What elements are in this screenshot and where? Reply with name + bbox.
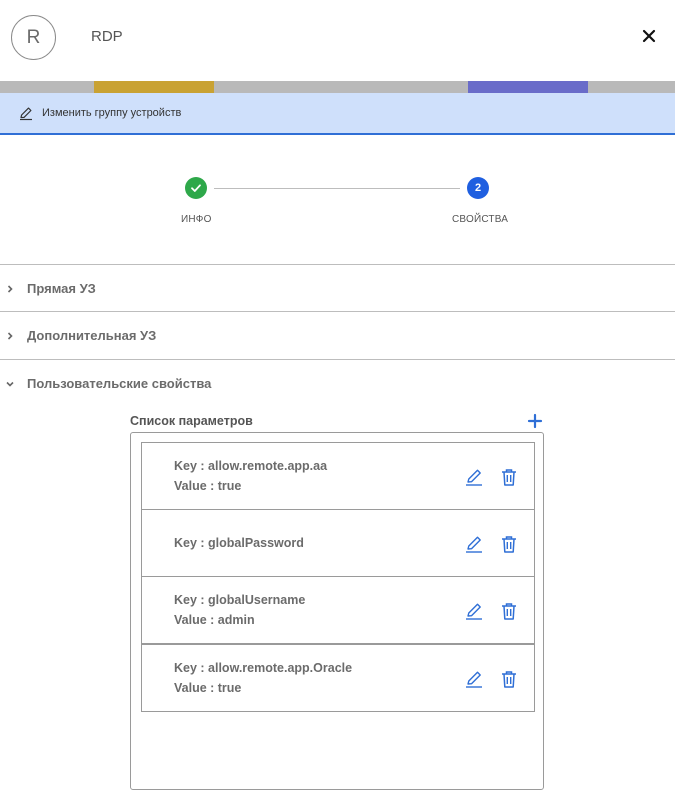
section-label: Прямая УЗ	[27, 281, 96, 296]
trash-icon[interactable]	[499, 601, 519, 621]
param-value: Value : true	[174, 681, 242, 695]
param-key: Key : allow.remote.app.Oracle	[174, 661, 353, 675]
header-banner-strip	[0, 81, 675, 93]
close-icon[interactable]	[639, 26, 659, 46]
param-item: Key : allow.remote.app.aa Value : true	[141, 442, 535, 510]
chevron-down-icon	[6, 381, 14, 387]
trash-icon[interactable]	[499, 467, 519, 487]
param-item: Key : globalUsername Value : admin	[141, 576, 535, 644]
trash-icon[interactable]	[499, 534, 519, 554]
checkmark-icon	[191, 184, 201, 192]
step-info-done[interactable]	[185, 177, 207, 199]
dialog-title: RDP	[91, 28, 123, 45]
edit-icon[interactable]	[464, 669, 484, 689]
stepper-connector	[214, 188, 460, 189]
step-properties-label: СВОЙСТВА	[452, 214, 509, 225]
section-label: Пользовательские свойства	[27, 376, 212, 391]
param-item: Key : allow.remote.app.Oracle Value : tr…	[141, 644, 535, 712]
section-custom-properties[interactable]: Пользовательские свойства	[0, 359, 675, 407]
add-parameter-icon[interactable]	[527, 413, 543, 429]
trash-icon[interactable]	[499, 669, 519, 689]
param-item: Key : globalPassword	[141, 509, 535, 577]
params-list: Key : allow.remote.app.aa Value : true K…	[130, 432, 544, 790]
param-key: Key : globalPassword	[174, 536, 304, 550]
step-info-label: ИНФО	[181, 214, 212, 225]
edit-device-group-label: Изменить группу устройств	[42, 107, 182, 119]
param-value: Value : true	[174, 479, 242, 493]
section-label: Дополнительная УЗ	[27, 328, 157, 343]
chevron-right-icon	[7, 331, 13, 340]
pencil-icon	[20, 107, 32, 121]
edit-icon[interactable]	[464, 467, 484, 487]
section-additional-account[interactable]: Дополнительная УЗ	[0, 311, 675, 359]
params-list-title: Список параметров	[130, 414, 253, 428]
param-value: Value : admin	[174, 613, 255, 627]
section-direct-account[interactable]: Прямая УЗ	[0, 264, 675, 312]
chevron-right-icon	[7, 284, 13, 293]
edit-device-group-bar[interactable]: Изменить группу устройств	[0, 93, 675, 135]
dialog-header: R RDP	[0, 0, 675, 80]
banner-block-purple	[468, 81, 588, 93]
edit-icon[interactable]	[464, 601, 484, 621]
param-key: Key : allow.remote.app.aa	[174, 459, 328, 473]
avatar: R	[11, 15, 56, 60]
edit-icon[interactable]	[464, 534, 484, 554]
step-properties-active[interactable]: 2	[467, 177, 489, 199]
stepper: ИНФО 2 СВОЙСТВА	[0, 170, 675, 240]
banner-block-yellow	[94, 81, 214, 93]
param-key: Key : globalUsername	[174, 593, 306, 607]
